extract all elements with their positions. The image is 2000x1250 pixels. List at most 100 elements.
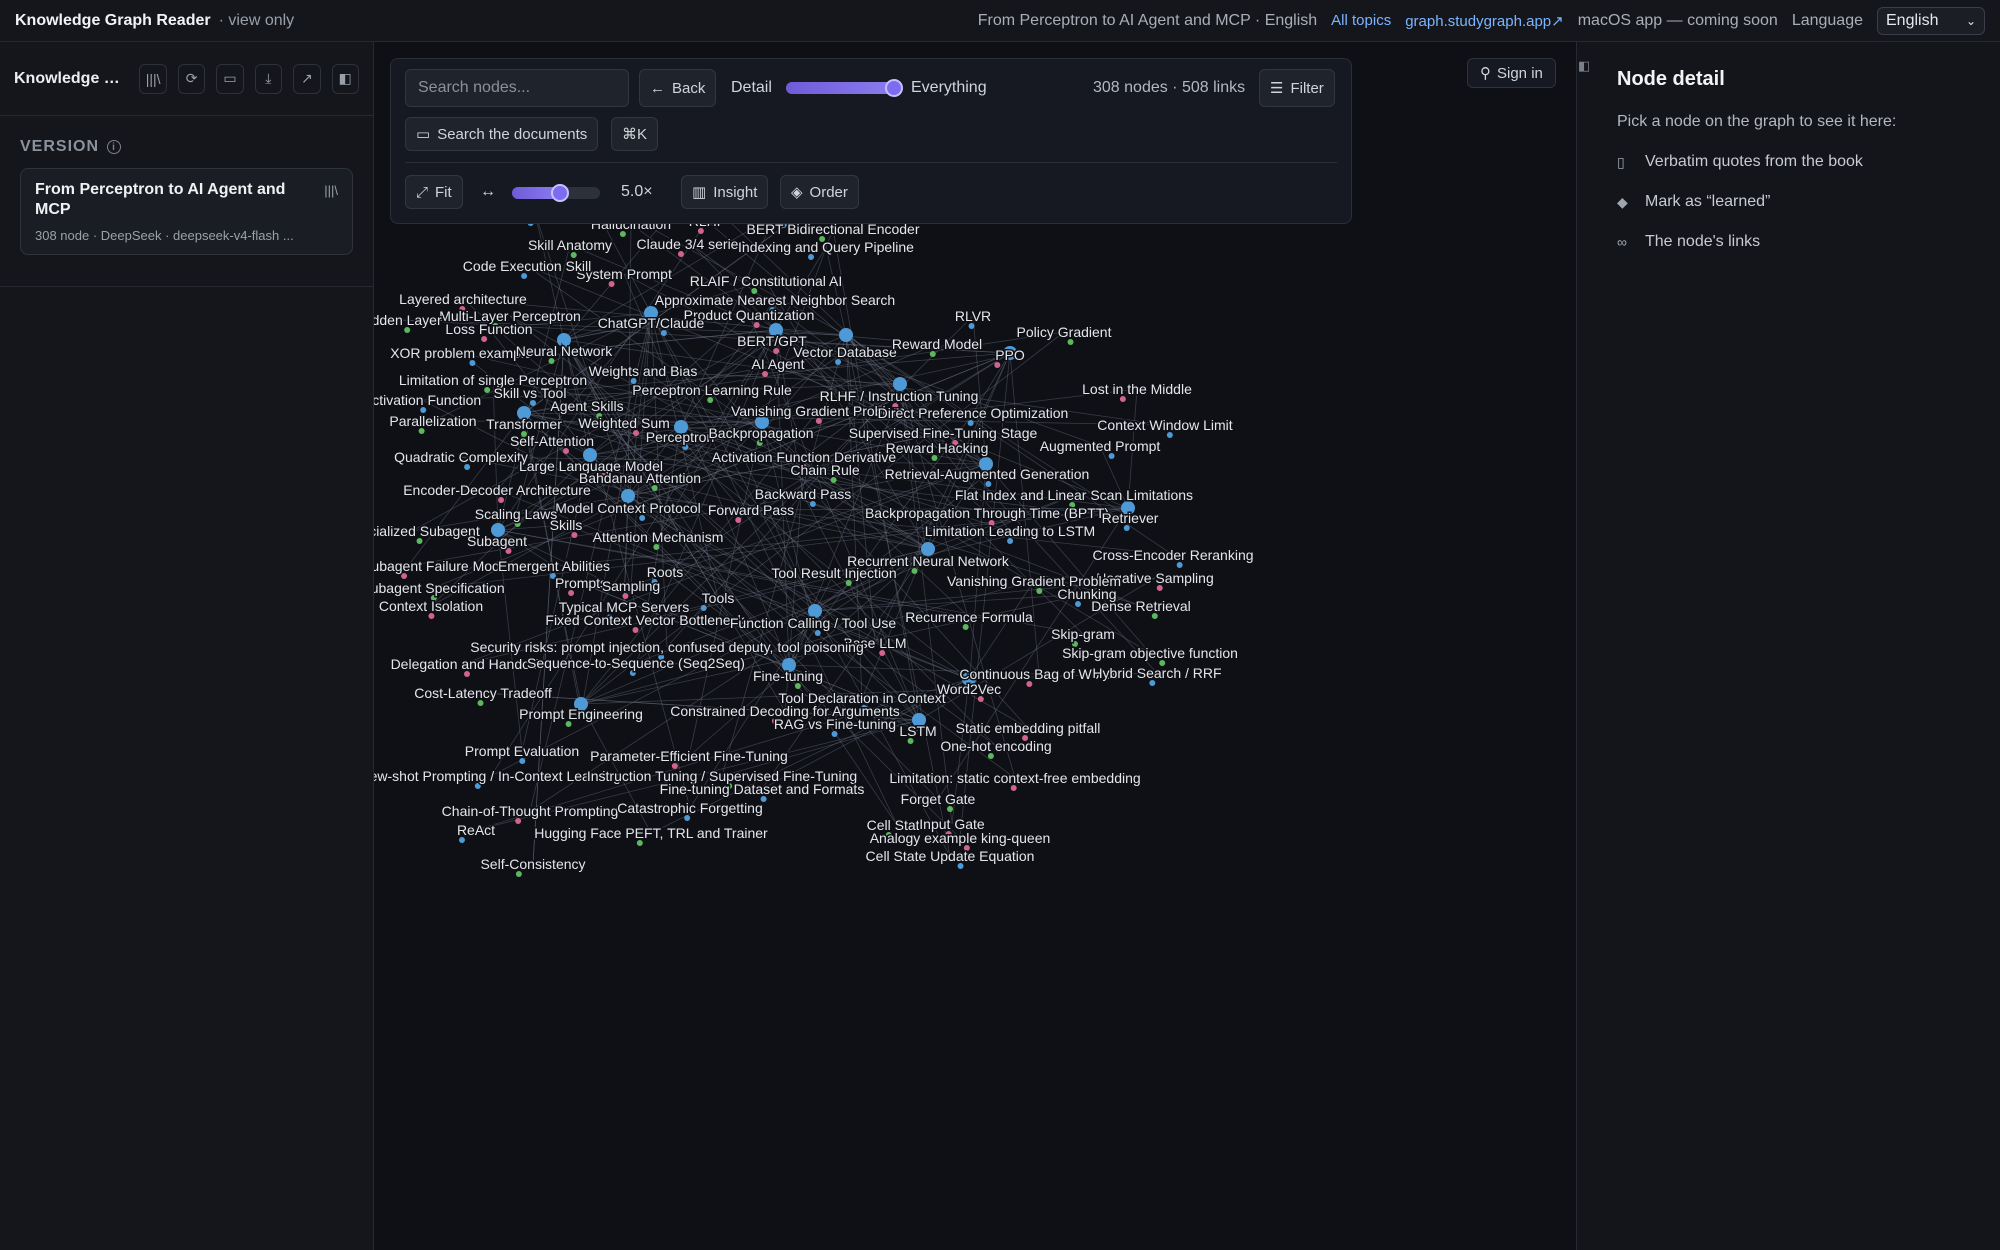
external-link-icon[interactable]: ↗ (293, 63, 321, 94)
filter-button[interactable]: ☰ Filter (1259, 69, 1335, 107)
graph-hub-node[interactable] (839, 328, 853, 342)
graph-node-label[interactable]: Specialized Subagent (374, 522, 481, 541)
graph-node-label[interactable]: Direct Preference Optimization (876, 404, 1070, 423)
graph-node-label[interactable]: Limitation: static context-free embeddin… (888, 769, 1142, 788)
graph-node-label[interactable]: Cost-Latency Tradeoff (413, 684, 554, 703)
graph-node-label[interactable]: Skills (548, 516, 584, 535)
graph-node-label[interactable]: Limitation Leading to LSTM (923, 522, 1096, 541)
graph-node-label[interactable]: Prompts (553, 574, 608, 593)
graph-node-label[interactable]: Cross-Encoder Reranking (1091, 546, 1255, 565)
graph-node-label[interactable]: RLHF / Instruction Tuning (818, 387, 980, 406)
graph-node-label[interactable]: Attention Mechanism (591, 528, 725, 547)
graph-node-label[interactable]: Retrieval-Augmented Generation (883, 465, 1091, 484)
graph-node-label[interactable]: Analogy example king-queen (868, 829, 1052, 848)
graph-node-label[interactable]: Layered architecture (398, 290, 529, 309)
graph-node-label[interactable]: Scaling Laws (473, 505, 559, 524)
info-icon[interactable]: i (107, 140, 122, 154)
graph-node-label[interactable]: Model Context Protocol (554, 499, 703, 518)
graph-node-label[interactable]: Tools (700, 589, 736, 608)
graph-node-label[interactable]: Forward Pass (706, 501, 795, 520)
graph-node-label[interactable]: Tool Result Injection (770, 564, 898, 583)
graph-node-label[interactable]: Parallelization (388, 412, 478, 431)
version-card[interactable]: From Perceptron to AI Agent and MCP 308 … (20, 168, 353, 255)
graph-node-label[interactable]: Quadratic Complexity (393, 448, 530, 467)
graph-node-label[interactable]: Sampling (600, 577, 661, 596)
graph-node-label[interactable]: Word2Vec (935, 680, 1002, 699)
graph-node-label[interactable]: Perceptron Learning Rule (631, 381, 794, 400)
graph-node-label[interactable]: Lost in the Middle (1081, 380, 1194, 399)
graph-node-label[interactable]: Fine-tuning (751, 667, 824, 686)
graph-node-label[interactable]: Catastrophic Forgetting (616, 799, 765, 818)
graph-node-label[interactable]: Dense Retrieval (1090, 597, 1193, 616)
graph-node-label[interactable]: Agent Skills (549, 397, 625, 416)
graph-node-label[interactable]: Hidden Layer (374, 311, 443, 330)
search-nodes-input[interactable] (405, 69, 629, 107)
panel-toggle-icon[interactable]: ◧ (1578, 58, 1590, 74)
graph-node-label[interactable]: Policy Gradient (1015, 323, 1113, 342)
graph-node-label[interactable]: Delegation and Handoff (389, 655, 539, 674)
graph-node-label[interactable]: Augmented Prompt (1038, 437, 1162, 456)
graph-node-label[interactable]: Code Execution Skill (461, 257, 592, 276)
spread-slider-thumb[interactable] (551, 184, 570, 202)
site-link[interactable]: graph.studygraph.app↗ (1405, 12, 1564, 30)
graph-node-label[interactable]: One-hot encoding (939, 737, 1053, 756)
graph-node-label[interactable]: RAG vs Fine-tuning (772, 715, 897, 734)
graph-node-label[interactable]: Flat Index and Linear Scan Limitations (953, 486, 1194, 505)
graph-node-label[interactable]: ChatGPT/Claude (596, 314, 706, 333)
graph-node-label[interactable]: Transformer (485, 415, 564, 434)
graph-node-label[interactable]: Context Isolation (377, 597, 484, 616)
graph-node-label[interactable]: RLVR (953, 307, 992, 326)
graph-node-label[interactable]: Hybrid Search / RRF (1091, 664, 1223, 683)
graph-node-label[interactable]: PPO (994, 346, 1027, 365)
graph-node-label[interactable]: Common Subagent Failure Modes (374, 557, 516, 576)
graph-node-label[interactable]: Skip-gram (1050, 625, 1117, 644)
graph-node-label[interactable]: Subagent (466, 532, 529, 551)
graph-node-label[interactable]: Skill Anatomy (526, 236, 613, 255)
graph-node-label[interactable]: Activation Function (374, 391, 483, 410)
insight-button[interactable]: ▥ Insight (681, 175, 769, 209)
graph-node-label[interactable]: Reward Hacking (884, 439, 990, 458)
refresh-icon[interactable]: ⟳ (177, 63, 206, 94)
graph-node-label[interactable]: Fine-tuning Dataset and Formats (658, 780, 866, 799)
graph-node-label[interactable]: Perceptron (644, 428, 715, 447)
detail-slider-thumb[interactable] (885, 79, 903, 97)
order-button[interactable]: ◈ Order (780, 175, 859, 209)
graph-node-label[interactable]: Claude 3/4 series (635, 235, 747, 254)
graph-node-label[interactable]: Loss Function (444, 320, 534, 339)
graph-node-label[interactable]: Forget Gate (899, 790, 977, 809)
graph-node-label[interactable]: XOR problem example (389, 344, 534, 363)
graph-node-label[interactable]: Retriever (1100, 509, 1160, 528)
download-icon[interactable]: ⤓ (254, 63, 283, 94)
graph-node-label[interactable]: Fixed Context Vector Bottleneck (544, 611, 747, 630)
graph-node-label[interactable]: Parameter-Efficient Fine-Tuning (589, 747, 790, 766)
graph-node-label[interactable]: Function Calling / Tool Use (728, 614, 897, 633)
graph-node-label[interactable]: Approximate Nearest Neighbor Search (653, 291, 896, 310)
graph-node-label[interactable]: Hugging Face PEFT, TRL and Trainer (533, 824, 770, 843)
graph-node-label[interactable]: Security risks: prompt injection, confus… (469, 638, 866, 657)
graph-node-label[interactable]: Backward Pass (753, 485, 852, 504)
graph-node-label[interactable]: Recurrence Formula (904, 608, 1035, 627)
back-button[interactable]: ← Back (639, 69, 717, 107)
language-select[interactable]: English ⌄ (1877, 6, 1985, 35)
fit-button[interactable]: ⤢ Fit (405, 175, 463, 209)
graph-node-label[interactable]: Emergent Abilities (496, 557, 611, 576)
library-icon[interactable]: |||\ (139, 63, 167, 94)
library-icon[interactable]: |||\ (324, 183, 338, 198)
graph-node-label[interactable]: Reward Model (890, 335, 983, 354)
sign-in-button[interactable]: ⚲ Sign in (1467, 58, 1556, 88)
collapse-sidebar-icon[interactable]: ◧ (331, 63, 359, 94)
spread-slider[interactable] (512, 184, 600, 202)
graph-node-label[interactable]: Bahdanau Attention (577, 469, 702, 488)
graph-node-label[interactable]: Encoder-Decoder Architecture (402, 481, 593, 500)
graph-node-label[interactable]: Context Window Limit (1096, 416, 1234, 435)
graph-node-label[interactable]: ReAct (455, 821, 496, 840)
graph-node-label[interactable]: Neural Network (514, 342, 614, 361)
graph-node-label[interactable]: Indexing and Query Pipeline (737, 238, 916, 257)
graph-node-label[interactable]: Chain-of-Thought Prompting (440, 802, 620, 821)
graph-node-label[interactable]: Supervised Fine-Tuning Stage (847, 424, 1039, 443)
graph-node-label[interactable]: LSTM (898, 722, 938, 741)
graph-node-label[interactable]: Chain Rule (789, 461, 861, 480)
graph-node-label[interactable]: Prompt Evaluation (463, 742, 580, 761)
search-documents-button[interactable]: ▭ Search the documents (405, 117, 599, 151)
graph-node-label[interactable]: AI Agent (750, 355, 806, 374)
